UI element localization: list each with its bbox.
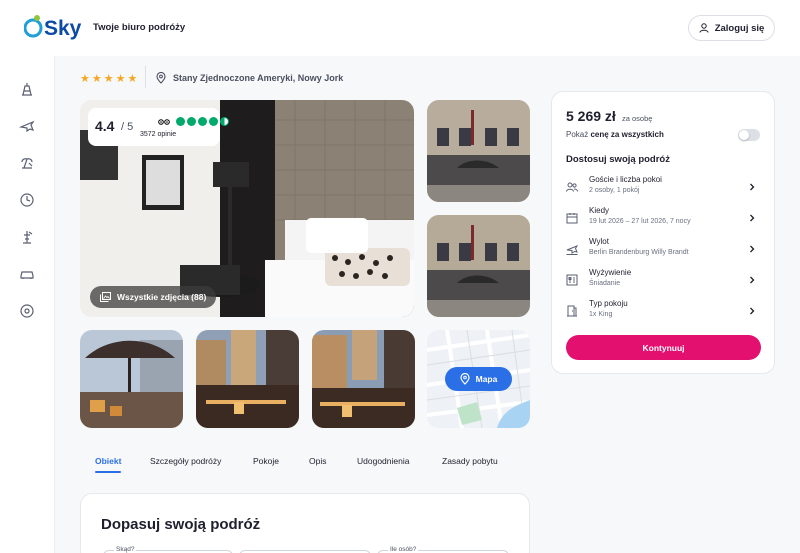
tab-opis[interactable]: Opis (309, 456, 326, 466)
tab-zasady-pobytu[interactable]: Zasady pobytu (442, 456, 498, 466)
login-label: Zaloguj się (714, 22, 765, 34)
chevron-right-icon (750, 245, 755, 253)
people-field-label: Ile osób? (388, 546, 419, 553)
booking-panel: 5 269 zł za osobę Pokaż cenę za wszystki… (551, 91, 775, 374)
hotel-location: Stany Zjednoczone Ameryki, Nowy Jork (156, 72, 343, 84)
photo-terrace-3[interactable] (312, 330, 415, 428)
location-text: Stany Zjednoczone Ameryki, Nowy Jork (173, 73, 344, 83)
tab-obiekt[interactable]: Obiekt (95, 456, 121, 466)
option-title: Wyżywienie (589, 268, 632, 277)
rating-dot (187, 117, 196, 126)
review-count: 3572 opinie (140, 131, 177, 138)
price: 5 269 zł (566, 108, 616, 124)
map-button[interactable]: Mapa (445, 367, 512, 391)
option-title: Wylot (589, 237, 609, 246)
rating-card[interactable]: 4.4 / 5 3572 opinie (88, 108, 229, 146)
hotel-stars: ★★★★★ (80, 73, 140, 85)
terrace-image (196, 330, 299, 428)
option-room-type[interactable]: Typ pokoju 1x King (562, 297, 766, 325)
option-board[interactable]: Wyżywienie Śniadanie (562, 266, 766, 294)
all-photos-button[interactable]: Wszystkie zdjęcia (88) (90, 286, 217, 308)
tab-szczegoly-podrozy[interactable]: Szczegóły podróży (150, 456, 221, 466)
active-tab-indicator (95, 471, 121, 473)
chevron-right-icon (750, 276, 755, 284)
food-icon (566, 274, 578, 286)
header: Sky Twoje biuro podróży Zaloguj się (0, 0, 800, 56)
terrace-image (312, 330, 415, 428)
section-tabs: Obiekt Szczegóły podróży Pokoje Opis Udo… (80, 450, 530, 476)
svg-text:Sky: Sky (44, 17, 82, 40)
room-icon (567, 305, 577, 317)
option-subtitle: Śniadanie (589, 280, 621, 287)
map-label: Mapa (475, 374, 498, 384)
option-title: Goście i liczba pokoi (589, 175, 662, 184)
rating-score: 4.4 (95, 118, 115, 134)
rating-dot (209, 117, 218, 126)
map-pin-icon (460, 373, 470, 385)
option-subtitle: Berlin Brandenburg Willy Brandt (589, 249, 689, 256)
terrace-image (80, 330, 183, 428)
car-icon[interactable] (19, 266, 35, 282)
user-icon (699, 23, 709, 33)
tagline: Twoje biuro podróży (93, 22, 186, 33)
photos-icon (100, 292, 111, 302)
building-image (427, 100, 530, 202)
tripadvisor-owl-icon (158, 118, 170, 125)
flight-icon[interactable] (19, 118, 35, 134)
vacation-icon[interactable] (19, 155, 35, 171)
sidebar (0, 56, 55, 553)
option-subtitle: 2 osoby, 1 pokój (589, 187, 640, 194)
other-icon[interactable] (19, 303, 35, 319)
hotel-icon[interactable] (19, 81, 35, 97)
rating-max: / 5 (121, 121, 134, 133)
option-title: Kiedy (589, 206, 610, 215)
rating-dot (198, 117, 207, 126)
rating-dot (176, 117, 185, 126)
trip-customize-card: Dopasuj swoją podróż Skąd? Ile osób? (80, 493, 530, 553)
location-pin-icon (156, 72, 166, 84)
chevron-right-icon (750, 183, 755, 191)
trip-title: Dopasuj swoją podróż (101, 516, 261, 533)
divider (145, 66, 146, 88)
login-button[interactable]: Zaloguj się (688, 15, 775, 41)
photo-terrace-1[interactable] (80, 330, 183, 428)
option-title: Typ pokoju (589, 299, 628, 308)
all-photos-label: Wszystkie zdjęcia (88) (117, 292, 207, 302)
continue-button[interactable]: Kontynuuj (566, 335, 761, 360)
from-field-label: Skąd? (114, 546, 137, 553)
chevron-right-icon (750, 214, 755, 222)
price-suffix: za osobę (622, 114, 653, 123)
departure-icon (566, 245, 578, 255)
option-subtitle: 19 lut 2026 – 27 lut 2026, 7 nocy (589, 218, 691, 225)
last-minute-icon[interactable] (19, 192, 35, 208)
esky-logo[interactable]: Sky (24, 12, 86, 42)
option-departure[interactable]: Wylot Berlin Brandenburg Willy Brandt (562, 235, 766, 263)
total-price-toggle[interactable] (738, 129, 760, 141)
show-total-bold: cenę za wszystkich (590, 130, 664, 139)
guests-icon (566, 182, 578, 192)
show-total-prefix: Pokaż (566, 130, 591, 139)
photo-building-1[interactable] (427, 100, 530, 202)
tripadvisor-rating (158, 117, 229, 126)
photo-terrace-2[interactable] (196, 330, 299, 428)
show-total-label: Pokaż cenę za wszystkich (566, 130, 664, 139)
option-dates[interactable]: Kiedy 19 lut 2026 – 27 lut 2026, 7 nocy (562, 204, 766, 232)
calendar-icon (566, 213, 578, 224)
holidays-icon[interactable] (19, 229, 35, 245)
building-image (427, 215, 530, 317)
panel-section-title: Dostosuj swoją podróż (566, 154, 670, 165)
option-guests[interactable]: Goście i liczba pokoi 2 osoby, 1 pokój (562, 173, 766, 201)
tab-udogodnienia[interactable]: Udogodnienia (357, 456, 409, 466)
chevron-right-icon (750, 307, 755, 315)
option-subtitle: 1x King (589, 311, 613, 318)
tab-pokoje[interactable]: Pokoje (253, 456, 279, 466)
rating-dot-half (220, 117, 229, 126)
photo-building-2[interactable] (427, 215, 530, 317)
